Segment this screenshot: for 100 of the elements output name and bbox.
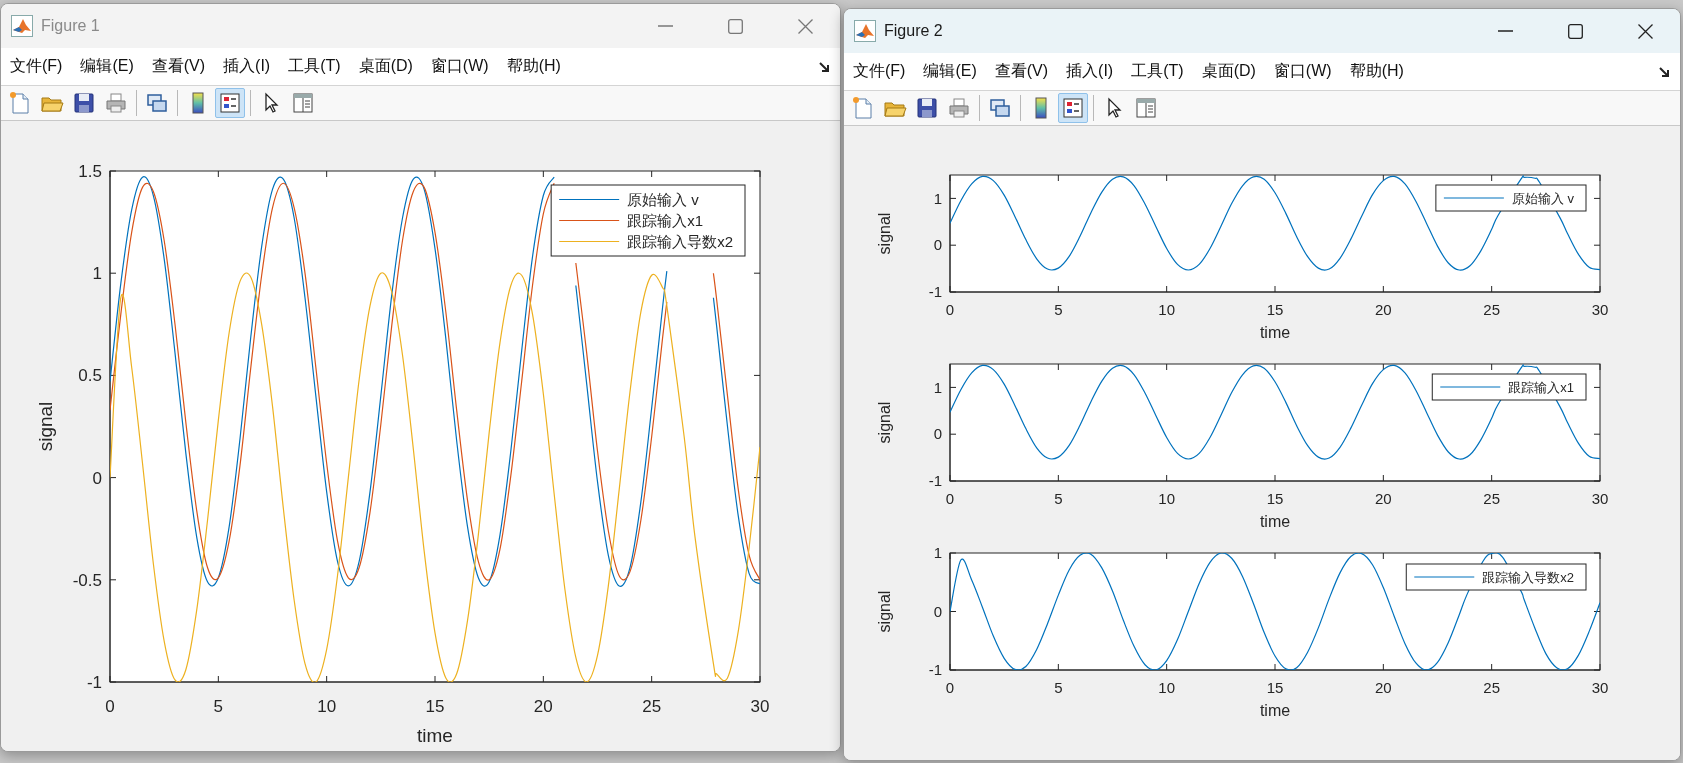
tick-label: 10 bbox=[1158, 679, 1175, 696]
axis-label: time bbox=[1259, 324, 1291, 341]
menu-item[interactable]: 桌面(D) bbox=[357, 56, 422, 77]
legend-label: 原始输入 v bbox=[627, 190, 699, 208]
legend-icon bbox=[1061, 96, 1085, 120]
tick-label: 10 bbox=[1158, 490, 1175, 507]
legend-button[interactable] bbox=[215, 88, 245, 118]
tick-label: 5 bbox=[1054, 679, 1063, 696]
menu-item[interactable]: 帮助(H) bbox=[1348, 61, 1413, 82]
property-panel-icon bbox=[291, 91, 315, 115]
tick-label: 1 bbox=[933, 378, 942, 396]
tick-label: 0 bbox=[945, 301, 955, 318]
tick-label: 1.5 bbox=[78, 161, 102, 181]
dock-arrow-icon[interactable] bbox=[1658, 64, 1672, 79]
maximize-icon bbox=[727, 18, 743, 34]
minimize-icon bbox=[657, 25, 673, 27]
save-icon bbox=[72, 91, 96, 115]
tick-label: 1 bbox=[933, 544, 942, 562]
menu-item[interactable]: 插入(I) bbox=[222, 56, 280, 77]
legend-line-icon bbox=[558, 198, 620, 201]
legend-label: 原始输入 v bbox=[1511, 190, 1574, 206]
tick-label: -1 bbox=[928, 283, 942, 301]
window-title: Figure 1 bbox=[41, 17, 101, 35]
app-logo-icon bbox=[854, 20, 876, 42]
legend-line-icon bbox=[1443, 197, 1505, 199]
menu-item[interactable]: 工具(T) bbox=[287, 56, 350, 77]
tick-label: -1 bbox=[86, 672, 102, 692]
tick-label: 20 bbox=[533, 697, 553, 716]
app-logo-icon bbox=[11, 15, 33, 37]
tick-label: 1 bbox=[92, 264, 102, 284]
tick-label: 15 bbox=[1266, 301, 1284, 318]
tick-label: 0 bbox=[945, 679, 955, 696]
tick-label: 30 bbox=[1591, 679, 1609, 696]
new-file-icon bbox=[851, 96, 875, 120]
maximize-icon bbox=[1567, 23, 1583, 39]
legend-line-icon bbox=[558, 240, 620, 243]
dock-arrow-icon[interactable] bbox=[818, 59, 832, 74]
tick-label: 30 bbox=[1591, 490, 1609, 507]
axis-label: signal bbox=[876, 401, 893, 444]
menu-item[interactable]: 编辑(E) bbox=[79, 56, 143, 77]
axis-label: time bbox=[1259, 702, 1291, 719]
menu-item[interactable]: 插入(I) bbox=[1065, 61, 1123, 82]
tick-label: 0 bbox=[105, 697, 115, 716]
tick-label: 0 bbox=[92, 468, 102, 488]
menu-item[interactable]: 编辑(E) bbox=[922, 61, 986, 82]
new-file-icon bbox=[8, 91, 32, 115]
menu-item[interactable]: 查看(V) bbox=[993, 61, 1058, 82]
linked-windows-icon bbox=[988, 96, 1012, 120]
tick-label: 10 bbox=[1158, 301, 1175, 318]
menu-item[interactable]: 桌面(D) bbox=[1200, 61, 1265, 82]
axis-label: time bbox=[417, 725, 453, 746]
legend-label: 跟踪输入导数x2 bbox=[1482, 569, 1574, 585]
axis-label: time bbox=[1259, 513, 1291, 530]
tick-label: 5 bbox=[1054, 301, 1063, 318]
tick-label: 25 bbox=[1483, 301, 1500, 318]
printer-icon bbox=[104, 91, 128, 115]
menu-item[interactable]: 工具(T) bbox=[1130, 61, 1193, 82]
menu-item[interactable]: 文件(F) bbox=[9, 56, 72, 77]
tick-label: 20 bbox=[1375, 301, 1392, 318]
tick-label: 0 bbox=[945, 490, 955, 507]
menu-item[interactable]: 帮助(H) bbox=[505, 56, 570, 77]
tick-label: 30 bbox=[1591, 301, 1609, 318]
legend-line-icon bbox=[1439, 386, 1501, 388]
tick-label: -1 bbox=[928, 661, 942, 679]
tick-label: 1 bbox=[933, 189, 942, 207]
legend-line-icon bbox=[1413, 576, 1475, 578]
tick-label: 15 bbox=[1266, 490, 1284, 507]
tick-label: 0 bbox=[933, 425, 942, 443]
tick-label: 10 bbox=[317, 697, 337, 716]
tick-label: 15 bbox=[1266, 679, 1284, 696]
tick-label: 5 bbox=[213, 697, 224, 716]
save-icon bbox=[915, 96, 939, 120]
legend-label: 跟踪输入x1 bbox=[627, 211, 703, 229]
legend-icon bbox=[218, 91, 242, 115]
minimize-icon bbox=[1497, 30, 1513, 32]
tick-label: 5 bbox=[1054, 490, 1063, 507]
legend-label: 跟踪输入x1 bbox=[1508, 379, 1574, 395]
close-icon bbox=[797, 18, 813, 34]
menu-item[interactable]: 文件(F) bbox=[852, 61, 915, 82]
axis-label: signal bbox=[876, 212, 893, 255]
close-icon bbox=[1637, 23, 1653, 39]
legend-button[interactable] bbox=[1058, 93, 1088, 123]
legend-line-icon bbox=[558, 219, 620, 222]
legend-label: 跟踪输入导数x2 bbox=[627, 232, 733, 250]
tick-label: 25 bbox=[1483, 679, 1500, 696]
printer-icon bbox=[947, 96, 971, 120]
tick-label: -0.5 bbox=[72, 570, 102, 590]
property-panel-icon bbox=[1134, 96, 1158, 120]
tick-label: 25 bbox=[642, 697, 662, 716]
menu-item[interactable]: 窗口(W) bbox=[1272, 61, 1341, 82]
tick-label: 0.5 bbox=[78, 366, 102, 386]
tick-label: 25 bbox=[1483, 490, 1500, 507]
tick-label: 15 bbox=[425, 697, 445, 716]
linked-windows-icon bbox=[145, 91, 169, 115]
tick-label: 0 bbox=[933, 602, 942, 620]
menu-item[interactable]: 窗口(W) bbox=[429, 56, 498, 77]
tick-label: 0 bbox=[933, 236, 942, 254]
tick-label: -1 bbox=[928, 472, 942, 490]
axis-label: signal bbox=[35, 401, 56, 452]
menu-item[interactable]: 查看(V) bbox=[150, 56, 215, 77]
